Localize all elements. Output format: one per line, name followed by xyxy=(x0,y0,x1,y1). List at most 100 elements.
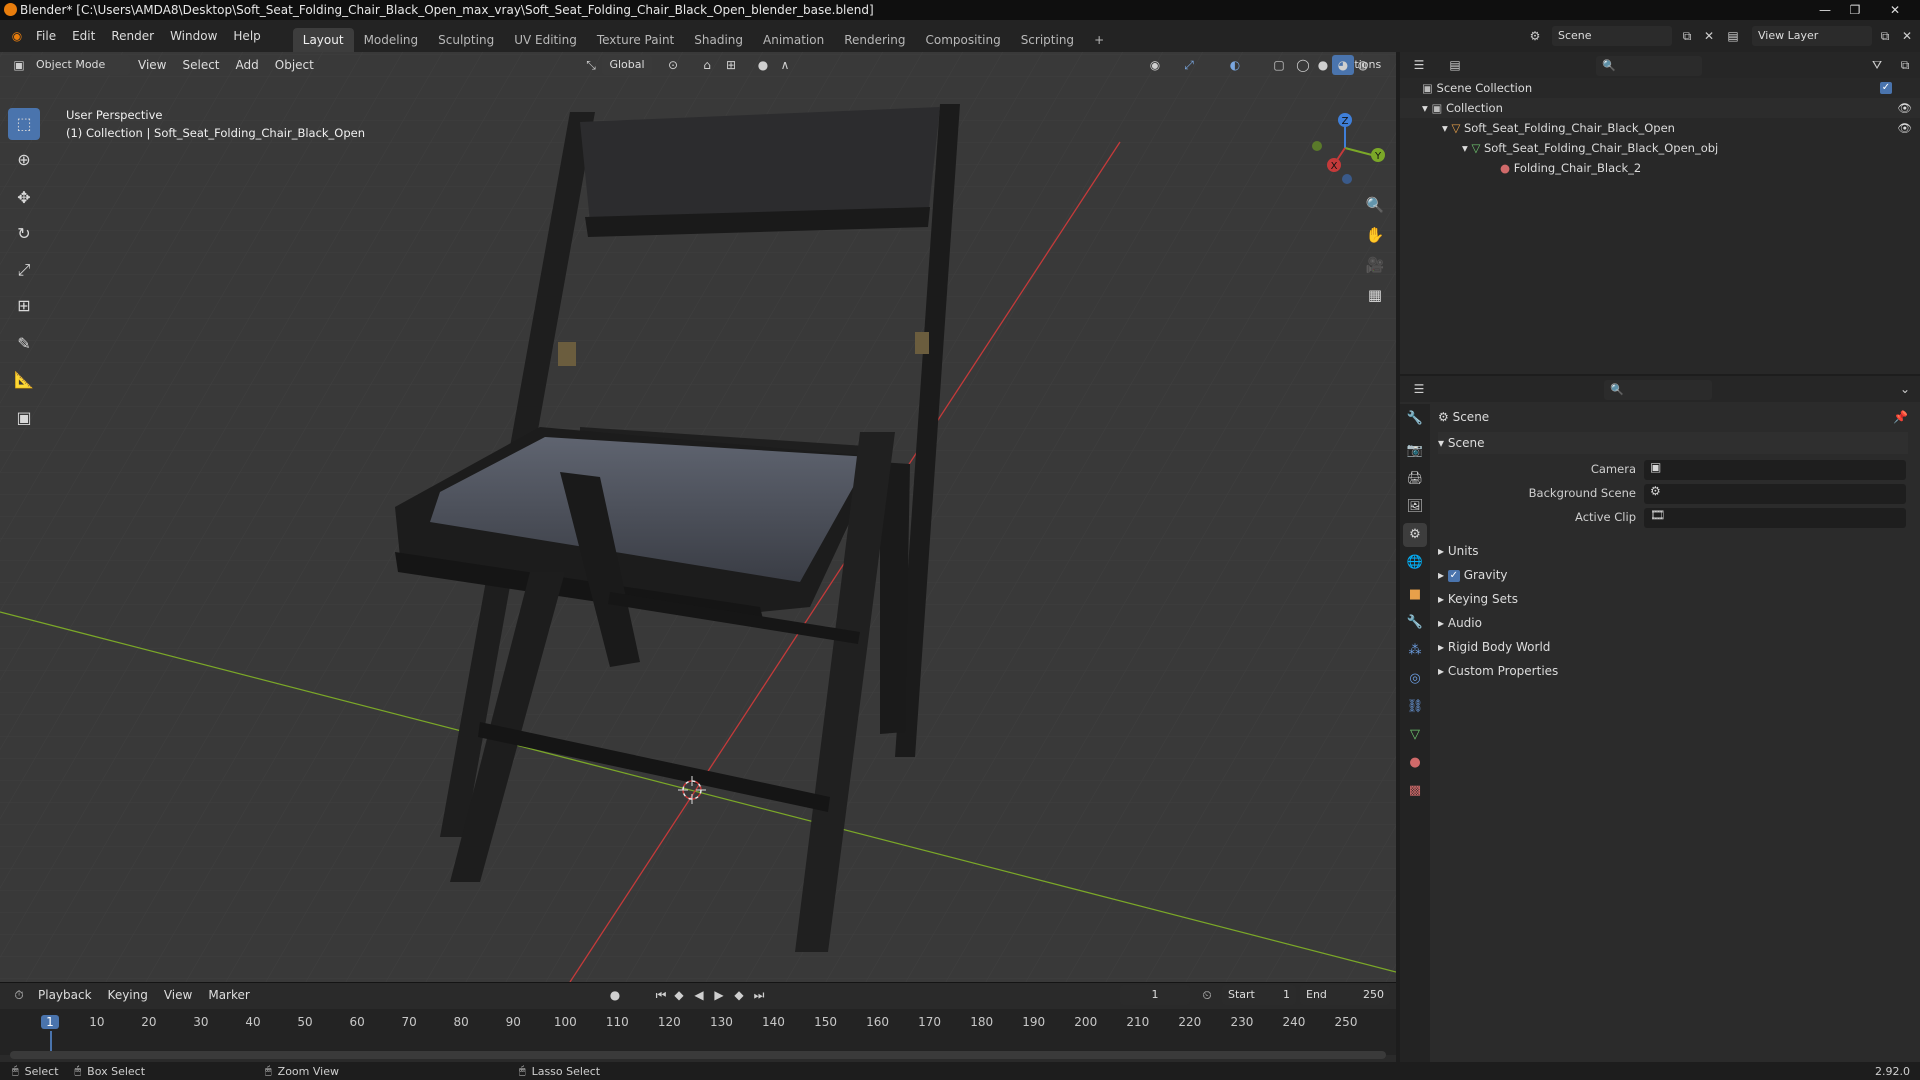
xray-toggle-icon[interactable]: ▢ xyxy=(1268,55,1290,75)
tab-particles-icon[interactable]: ⁂ xyxy=(1403,639,1427,663)
units-expand-icon[interactable]: ▸ xyxy=(1438,544,1444,558)
falloff-icon[interactable]: ∧ xyxy=(774,55,796,75)
properties-editor-type-icon[interactable]: ☰ xyxy=(1408,379,1430,399)
editor-type-icon[interactable]: ▣ xyxy=(8,55,30,75)
view-layer-selector[interactable]: View Layer xyxy=(1752,26,1872,46)
prev-keyframe-icon[interactable]: ◆ xyxy=(668,985,690,1005)
scene-selector[interactable]: Scene xyxy=(1552,26,1672,46)
viewport-menu-view[interactable]: View xyxy=(130,52,174,78)
delete-view-layer-icon[interactable]: ✕ xyxy=(1896,26,1918,46)
use-preview-range-icon[interactable]: ⏲ xyxy=(1196,985,1218,1005)
viewport-menu-select[interactable]: Select xyxy=(174,52,227,78)
gravity-checkbox[interactable]: ✓ xyxy=(1447,569,1460,582)
collection-visibility-eye-icon[interactable]: 👁 xyxy=(1897,98,1912,118)
play-reverse-icon[interactable]: ◀ xyxy=(688,985,710,1005)
snap-icon[interactable]: ⌂ xyxy=(696,55,718,75)
transform-tool-icon[interactable]: ⊞ xyxy=(8,290,40,322)
outliner-editor-type-icon[interactable]: ☰ xyxy=(1408,55,1430,75)
tab-compositing[interactable]: Compositing xyxy=(915,28,1010,52)
new-view-layer-icon[interactable]: ⧉ xyxy=(1874,26,1896,46)
add-cube-tool-icon[interactable]: ▣ xyxy=(8,402,40,434)
transform-orientation-icon[interactable]: ⤡ xyxy=(580,55,602,75)
tab-shading[interactable]: Shading xyxy=(684,28,753,52)
outliner-search-input[interactable]: 🔍 xyxy=(1596,56,1702,76)
select-box-tool-icon[interactable]: ⬚ xyxy=(8,108,40,140)
timeline-menu-keying[interactable]: Keying xyxy=(100,982,156,1008)
menu-help[interactable]: Help xyxy=(225,22,268,50)
scale-tool-icon[interactable]: ⤢ xyxy=(8,254,40,286)
next-keyframe-icon[interactable]: ◆ xyxy=(728,985,750,1005)
gizmo-toggle-icon[interactable]: ⤢ xyxy=(1178,55,1200,75)
tab-layout[interactable]: Layout xyxy=(292,28,354,52)
view-layer-icon[interactable]: ▤ xyxy=(1722,26,1744,46)
menu-file[interactable]: File xyxy=(28,22,64,50)
menu-edit[interactable]: Edit xyxy=(64,22,103,50)
menu-render[interactable]: Render xyxy=(103,22,162,50)
tab-sculpting[interactable]: Sculpting xyxy=(428,28,504,52)
tab-scene-icon[interactable]: ⚙ xyxy=(1403,523,1427,547)
tab-modifiers-icon[interactable]: 🔧 xyxy=(1403,611,1427,635)
tab-scripting[interactable]: Scripting xyxy=(1011,28,1084,52)
expand-mesh-icon[interactable]: ▾ xyxy=(1462,141,1468,155)
tab-material-icon[interactable]: ● xyxy=(1403,751,1427,775)
outliner-row-scene-collection[interactable]: ▣ Scene Collection xyxy=(1400,78,1920,98)
add-workspace-icon[interactable]: + xyxy=(1084,28,1114,52)
play-icon[interactable]: ▶ xyxy=(708,985,730,1005)
material-preview-shading-icon[interactable]: ◕ xyxy=(1332,55,1354,75)
visibility-icon[interactable]: ◉ xyxy=(1144,55,1166,75)
gravity-expand-icon[interactable]: ▸ xyxy=(1438,568,1444,582)
pin-icon[interactable]: 📌 xyxy=(1893,406,1908,428)
close-button[interactable]: ✕ xyxy=(1880,0,1910,20)
transform-orientation-dropdown[interactable]: Global xyxy=(602,55,652,75)
scene-icon[interactable]: ⚙ xyxy=(1524,26,1546,46)
tab-view-layer-icon[interactable]: 🖼 xyxy=(1403,495,1427,519)
units-panel-header[interactable]: ▸ Units xyxy=(1438,540,1908,562)
rigid-body-expand-icon[interactable]: ▸ xyxy=(1438,640,1444,654)
outliner-row-mesh[interactable]: ▾ ▽ Soft_Seat_Folding_Chair_Black_Open_o… xyxy=(1400,138,1920,158)
frame-end-field[interactable]: End 250 xyxy=(1300,985,1390,1005)
navigation-gizmo[interactable]: Z Y X xyxy=(1300,108,1390,188)
audio-panel-header[interactable]: ▸ Audio xyxy=(1438,612,1908,634)
custom-properties-panel-header[interactable]: ▸ Custom Properties xyxy=(1438,660,1908,682)
camera-view-icon[interactable]: 🎥 xyxy=(1360,250,1390,280)
record-icon[interactable]: ● xyxy=(604,985,626,1005)
proportional-edit-icon[interactable]: ● xyxy=(752,55,774,75)
minimize-button[interactable]: — xyxy=(1810,0,1840,20)
expand-collection-icon[interactable]: ▾ xyxy=(1422,101,1428,115)
pivot-point-icon[interactable]: ⊙ xyxy=(662,55,684,75)
keying-sets-expand-icon[interactable]: ▸ xyxy=(1438,592,1444,606)
background-scene-field[interactable]: ⚙ xyxy=(1644,484,1906,504)
camera-field[interactable]: ▣ xyxy=(1644,460,1906,480)
pan-hand-icon[interactable]: ✋ xyxy=(1360,220,1390,250)
active-clip-field[interactable]: 🎞 xyxy=(1644,508,1906,528)
tab-texture-icon[interactable]: ▩ xyxy=(1403,779,1427,803)
3d-viewport[interactable] xyxy=(0,52,1396,982)
tab-animation[interactable]: Animation xyxy=(753,28,834,52)
object-visibility-eye-icon[interactable]: 👁 xyxy=(1897,118,1912,138)
outliner-row-material[interactable]: ● Folding_Chair_Black_2 xyxy=(1400,158,1920,178)
collection-exclude-checkbox[interactable]: ✓ xyxy=(1880,82,1892,94)
jump-end-icon[interactable]: ⏭ xyxy=(748,985,770,1005)
object-mode-dropdown[interactable]: Object Mode xyxy=(30,55,130,75)
display-mode-icon[interactable]: ▤ xyxy=(1444,55,1466,75)
blender-menu-icon[interactable]: ◉ xyxy=(6,26,28,46)
rotate-tool-icon[interactable]: ↻ xyxy=(8,218,40,250)
properties-options-icon[interactable]: ⌄ xyxy=(1894,379,1916,399)
maximize-button[interactable]: ❐ xyxy=(1840,0,1870,20)
zoom-icon[interactable]: 🔍 xyxy=(1360,190,1390,220)
rendered-shading-icon[interactable]: ◍ xyxy=(1352,55,1374,75)
tab-world-icon[interactable]: 🌐 xyxy=(1403,551,1427,575)
timeline-menu-playback[interactable]: Playback xyxy=(30,982,100,1008)
frame-start-field[interactable]: Start 1 xyxy=(1222,985,1296,1005)
timeline-scrollbar[interactable] xyxy=(10,1051,1386,1059)
rigid-body-world-panel-header[interactable]: ▸ Rigid Body World xyxy=(1438,636,1908,658)
viewport-canvas[interactable] xyxy=(0,52,1396,982)
menu-window[interactable]: Window xyxy=(162,22,225,50)
tab-rendering[interactable]: Rendering xyxy=(834,28,915,52)
scene-panel-expand-icon[interactable]: ▾ xyxy=(1438,436,1444,450)
solid-shading-icon[interactable]: ● xyxy=(1312,55,1334,75)
tab-data-icon[interactable]: ▽ xyxy=(1403,723,1427,747)
measure-tool-icon[interactable]: 📐 xyxy=(8,364,40,396)
snap-target-icon[interactable]: ⊞ xyxy=(720,55,742,75)
tab-tool-icon[interactable]: 🔧 xyxy=(1403,407,1427,431)
